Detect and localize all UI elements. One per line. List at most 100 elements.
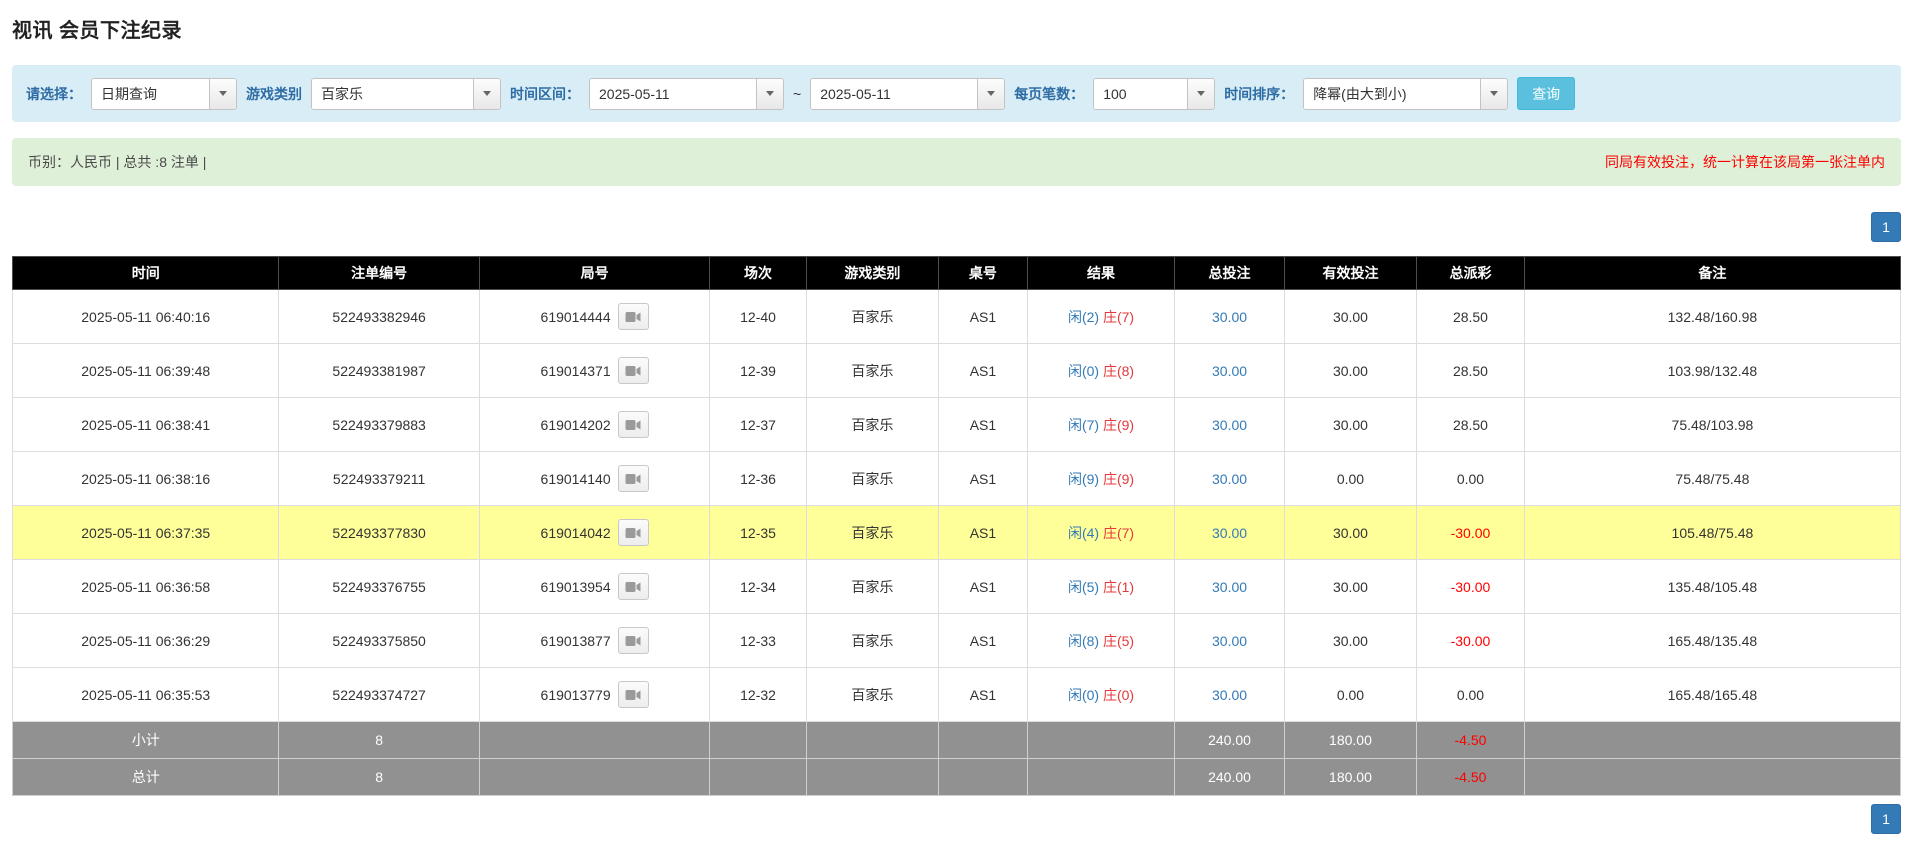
summary-cell: [1524, 759, 1900, 796]
video-camera-icon: [625, 581, 641, 593]
result-player: 闲(7): [1068, 417, 1099, 433]
total-bet-link[interactable]: 30.00: [1212, 417, 1247, 433]
pagination-page-button[interactable]: 1: [1871, 804, 1901, 834]
table-row: 2025-05-11 06:38:16522493379211619014140…: [13, 452, 1901, 506]
cell-valid-bet: 0.00: [1284, 452, 1416, 506]
cell-round-id: 619014202: [479, 398, 710, 452]
cell-valid-bet: 30.00: [1284, 614, 1416, 668]
total-bet-link[interactable]: 30.00: [1212, 579, 1247, 595]
total-bet-link[interactable]: 30.00: [1212, 633, 1247, 649]
cell-round-id: 619014444: [479, 290, 710, 344]
cell-round-id: 619014371: [479, 344, 710, 398]
result-banker: 庄(7): [1103, 309, 1134, 325]
cell-total-bet: 30.00: [1175, 290, 1285, 344]
cell-time: 2025-05-11 06:39:48: [13, 344, 279, 398]
table-row: 2025-05-11 06:37:35522493377830619014042…: [13, 506, 1901, 560]
table-row: 2025-05-11 06:36:29522493375850619013877…: [13, 614, 1901, 668]
summary-row: 小计8240.00180.00-4.50: [13, 722, 1901, 759]
video-replay-button[interactable]: [618, 465, 649, 492]
game-type-input[interactable]: [312, 79, 473, 109]
cell-valid-bet: 30.00: [1284, 344, 1416, 398]
date-from-input[interactable]: [590, 79, 756, 109]
date-to-dropdown-button[interactable]: [977, 79, 1004, 109]
result-banker: 庄(1): [1103, 579, 1134, 595]
page-title: 视讯 会员下注纪录: [12, 14, 1901, 43]
cell-time: 2025-05-11 06:38:16: [13, 452, 279, 506]
game-type-dropdown-button[interactable]: [473, 79, 500, 109]
cell-result: 闲(0) 庄(0): [1027, 668, 1174, 722]
cell-result: 闲(2) 庄(7): [1027, 290, 1174, 344]
cell-result: 闲(0) 庄(8): [1027, 344, 1174, 398]
cell-result: 闲(8) 庄(5): [1027, 614, 1174, 668]
cell-session: 12-34: [710, 560, 806, 614]
cell-table-no: AS1: [939, 344, 1028, 398]
notice-text: 同局有效投注，统一计算在该局第一张注单内: [1605, 152, 1885, 172]
video-replay-button[interactable]: [618, 303, 649, 330]
cell-payout: -30.00: [1417, 614, 1525, 668]
video-replay-button[interactable]: [618, 357, 649, 384]
total-bet-link[interactable]: 30.00: [1212, 525, 1247, 541]
chevron-down-icon: [219, 91, 227, 96]
result-banker: 庄(7): [1103, 525, 1134, 541]
video-camera-icon: [625, 365, 641, 377]
result-player: 闲(8): [1068, 633, 1099, 649]
summary-cell: 180.00: [1284, 759, 1416, 796]
video-replay-button[interactable]: [618, 573, 649, 600]
sort-order-input[interactable]: [1304, 79, 1480, 109]
cell-total-bet: 30.00: [1175, 452, 1285, 506]
video-camera-icon: [625, 689, 641, 701]
cell-remark: 75.48/75.48: [1524, 452, 1900, 506]
column-header: 总投注: [1175, 257, 1285, 290]
table-header-row: 时间注单编号局号场次游戏类别桌号结果总投注有效投注总派彩备注: [13, 257, 1901, 290]
cell-round-id: 619013779: [479, 668, 710, 722]
page-size-dropdown-button[interactable]: [1187, 79, 1214, 109]
cell-game-type: 百家乐: [806, 290, 938, 344]
video-replay-button[interactable]: [618, 627, 649, 654]
total-bet-link[interactable]: 30.00: [1212, 363, 1247, 379]
video-replay-button[interactable]: [618, 681, 649, 708]
cell-remark: 165.48/165.48: [1524, 668, 1900, 722]
total-bet-link[interactable]: 30.00: [1212, 309, 1247, 325]
video-replay-button[interactable]: [618, 411, 649, 438]
date-from-dropdown-button[interactable]: [756, 79, 783, 109]
cell-bet-id: 522493382946: [279, 290, 479, 344]
cell-game-type: 百家乐: [806, 344, 938, 398]
cell-session: 12-37: [710, 398, 806, 452]
pagination-page-button[interactable]: 1: [1871, 212, 1901, 242]
cell-result: 闲(7) 庄(9): [1027, 398, 1174, 452]
cell-table-no: AS1: [939, 452, 1028, 506]
page: 视讯 会员下注纪录 请选择： 游戏类别 时间区间： ~ 每页笔数： 时间排序：: [0, 0, 1913, 844]
cell-total-bet: 30.00: [1175, 614, 1285, 668]
cell-bet-id: 522493379211: [279, 452, 479, 506]
cell-total-bet: 30.00: [1175, 398, 1285, 452]
date-to-input[interactable]: [811, 79, 977, 109]
video-replay-button[interactable]: [618, 519, 649, 546]
cell-session: 12-33: [710, 614, 806, 668]
cell-bet-id: 522493377830: [279, 506, 479, 560]
cell-result: 闲(9) 庄(9): [1027, 452, 1174, 506]
column-header: 备注: [1524, 257, 1900, 290]
summary-cell: 总计: [13, 759, 279, 796]
cell-table-no: AS1: [939, 614, 1028, 668]
search-button[interactable]: 查询: [1517, 77, 1575, 110]
table-row: 2025-05-11 06:39:48522493381987619014371…: [13, 344, 1901, 398]
cell-time: 2025-05-11 06:36:29: [13, 614, 279, 668]
game-type-label: 游戏类别: [246, 84, 302, 104]
date-to-combobox: [810, 78, 1005, 110]
chevron-down-icon: [766, 91, 774, 96]
result-player: 闲(0): [1068, 687, 1099, 703]
column-header: 游戏类别: [806, 257, 938, 290]
cell-valid-bet: 30.00: [1284, 560, 1416, 614]
sort-order-dropdown-button[interactable]: [1480, 79, 1507, 109]
total-bet-link[interactable]: 30.00: [1212, 687, 1247, 703]
date-separator: ~: [793, 86, 801, 102]
page-size-input[interactable]: [1094, 79, 1187, 109]
select-type-dropdown-button[interactable]: [209, 79, 236, 109]
cell-session: 12-39: [710, 344, 806, 398]
cell-valid-bet: 30.00: [1284, 398, 1416, 452]
select-type-input[interactable]: [92, 79, 209, 109]
summary-text: 币别：人民币 | 总共 :8 注单 |: [28, 152, 206, 172]
column-header: 场次: [710, 257, 806, 290]
total-bet-link[interactable]: 30.00: [1212, 471, 1247, 487]
cell-bet-id: 522493376755: [279, 560, 479, 614]
